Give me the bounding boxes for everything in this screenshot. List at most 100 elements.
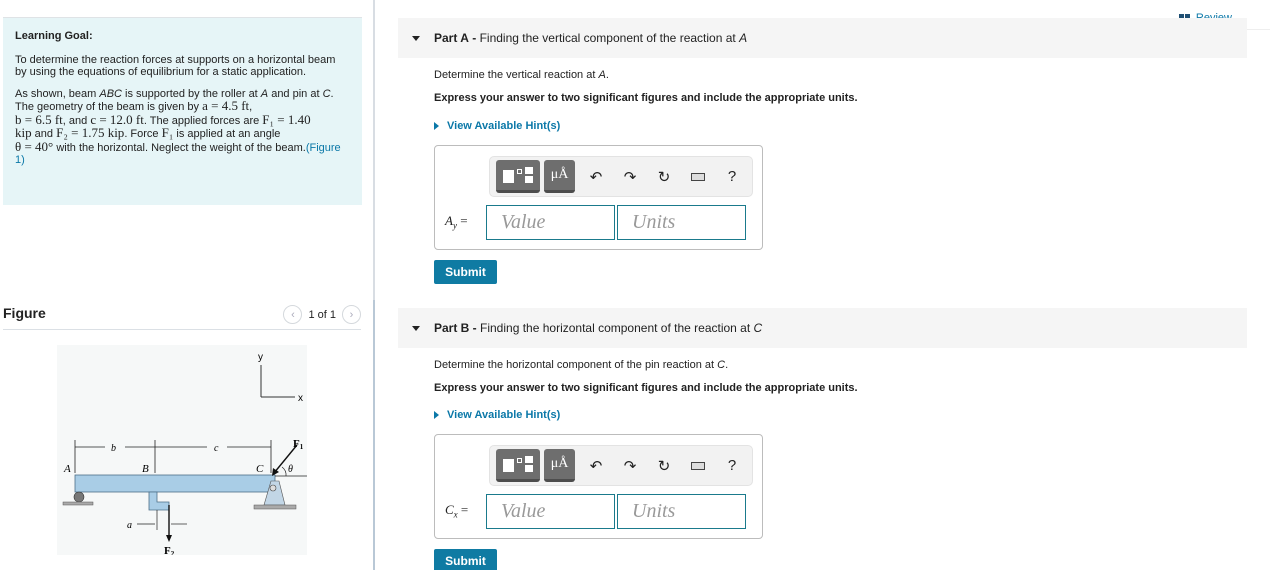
part-a-units-input[interactable]: Units [617, 205, 746, 240]
hint-label: View Available Hint(s) [447, 409, 561, 421]
learning-goal-title: Learning Goal: [15, 30, 93, 42]
part-a-hint-link[interactable]: View Available Hint(s) [434, 120, 560, 132]
problem-statement: As shown, beam ABC is supported by the r… [15, 88, 350, 167]
left-panel: Learning Goal: To determine the reaction… [0, 0, 374, 570]
part-b-name: Part B [434, 321, 470, 335]
reset-icon[interactable]: ↻ [647, 168, 681, 186]
part-a-instruction: Express your answer to two significant f… [434, 92, 858, 104]
label-var: A [445, 213, 453, 228]
figure-title: Figure [3, 305, 46, 321]
reset-icon[interactable]: ↻ [647, 457, 681, 475]
figure-page-count: 1 of 1 [308, 308, 336, 321]
part-b-hint-link[interactable]: View Available Hint(s) [434, 409, 560, 421]
f1-value: F₁ = 1.40 [262, 111, 311, 127]
help-icon[interactable]: ? [715, 168, 749, 185]
y-axis-label: y [258, 352, 263, 363]
part-b-units-input[interactable]: Units [617, 494, 746, 529]
beam-figure: y x b c A B C θ F1 F2 a [57, 345, 307, 558]
redo-icon[interactable]: ↷ [613, 168, 647, 186]
point-label-c: C [256, 463, 264, 475]
f1-name: F₁ [161, 125, 174, 140]
part-a-title: Finding the vertical component of the re… [479, 31, 740, 45]
text: A [598, 69, 606, 81]
math-toolbar: μÅ ↶ ↷ ↻ ? [489, 156, 753, 197]
part-a-question: Determine the vertical reaction at A. [434, 69, 609, 81]
redo-icon[interactable]: ↷ [613, 457, 647, 475]
text: . Force [124, 128, 162, 140]
figure-header: Figure ‹ 1 of 1 › [3, 305, 361, 330]
undo-icon[interactable]: ↶ [579, 457, 613, 475]
caret-right-icon [434, 122, 439, 130]
beam-bracket [148, 491, 170, 511]
label-eq: = [456, 213, 468, 228]
part-b-answer-label: Cx = [445, 502, 468, 520]
figure-pager: ‹ 1 of 1 › [283, 305, 361, 324]
part-a-name: Part A [434, 31, 469, 45]
theta-value: θ = 40° [15, 138, 54, 154]
learning-goal-intro: To determine the reaction forces at supp… [15, 53, 336, 79]
chevron-left-icon: ‹ [291, 308, 295, 321]
part-a-header[interactable]: Part A - Finding the vertical component … [398, 18, 1247, 58]
part-a-answer-label: Ay = [445, 213, 468, 231]
pin-ground [253, 504, 297, 510]
part-a-answer-row: Ay = Value Units [435, 205, 762, 240]
part-b-submit-button[interactable]: Submit [434, 549, 497, 570]
text: with the horizontal. Neglect the weight … [53, 141, 306, 154]
prev-figure-button[interactable]: ‹ [283, 305, 303, 324]
x-axis-label: x [298, 393, 303, 404]
beam-diagram: y x b c A B C θ F1 F2 a [62, 352, 307, 558]
next-figure-button[interactable]: › [342, 305, 361, 324]
label-eq: = [457, 502, 469, 517]
caret-down-icon [412, 35, 420, 41]
f2-label: F2 [164, 545, 175, 555]
part-b-header[interactable]: Part B - Finding the horizontal componen… [398, 308, 1247, 348]
label-var: C [445, 502, 454, 517]
part-b-title: Finding the horizontal component of the … [480, 321, 754, 335]
part-a-sep: - [468, 31, 480, 45]
units-button[interactable]: μÅ [544, 449, 575, 482]
roller-ground [62, 501, 94, 506]
theta-label: θ [288, 464, 293, 475]
chevron-right-icon: › [349, 308, 354, 321]
f1-label: F1 [293, 438, 304, 451]
part-a-title-var: A [739, 31, 748, 45]
dim-label-a: a [127, 520, 132, 531]
text: , [249, 101, 253, 113]
part-b-title-var: C [753, 321, 763, 335]
text: C [717, 359, 726, 371]
force-f2-arrowhead [166, 535, 172, 542]
math-toolbar: μÅ ↶ ↷ ↻ ? [489, 445, 753, 486]
part-a-submit-button[interactable]: Submit [434, 260, 497, 284]
part-b-sep: - [469, 321, 481, 335]
text: ABC [99, 87, 122, 100]
help-icon[interactable]: ? [715, 457, 749, 474]
text: is applied at an angle [173, 128, 281, 140]
keyboard-icon[interactable] [691, 172, 705, 181]
beam [74, 474, 276, 493]
text: . [605, 69, 609, 81]
pin [269, 484, 277, 492]
caret-down-icon [412, 325, 420, 331]
keyboard-icon[interactable] [691, 461, 705, 470]
learning-goal-box: Learning Goal: To determine the reaction… [3, 17, 362, 205]
part-a-value-input[interactable]: Value [486, 205, 615, 240]
templates-button[interactable] [496, 449, 540, 482]
text: Determine the horizontal component of th… [434, 359, 718, 371]
fraction-template-icon [503, 167, 533, 183]
point-label-b: B [142, 463, 149, 475]
f2-label-sub: 2 [171, 550, 175, 555]
text: Determine the vertical reaction at [434, 69, 599, 81]
a-value: a = 4.5 ft [202, 98, 250, 113]
dim-label-c: c [214, 443, 219, 454]
point-label-a: A [63, 463, 71, 475]
units-button[interactable]: μÅ [544, 160, 575, 193]
right-panel: Review Part A - Finding the vertical com… [375, 0, 1270, 570]
roller-support [73, 491, 85, 503]
undo-icon[interactable]: ↶ [579, 168, 613, 186]
part-b-value-input[interactable]: Value [486, 494, 615, 529]
f1-label-sub: 1 [300, 443, 304, 451]
part-a-answer-box: μÅ ↶ ↷ ↻ ? Ay = Value Units [434, 145, 763, 250]
templates-button[interactable] [496, 160, 540, 193]
caret-right-icon [434, 411, 439, 419]
dim-label-b: b [111, 443, 116, 454]
